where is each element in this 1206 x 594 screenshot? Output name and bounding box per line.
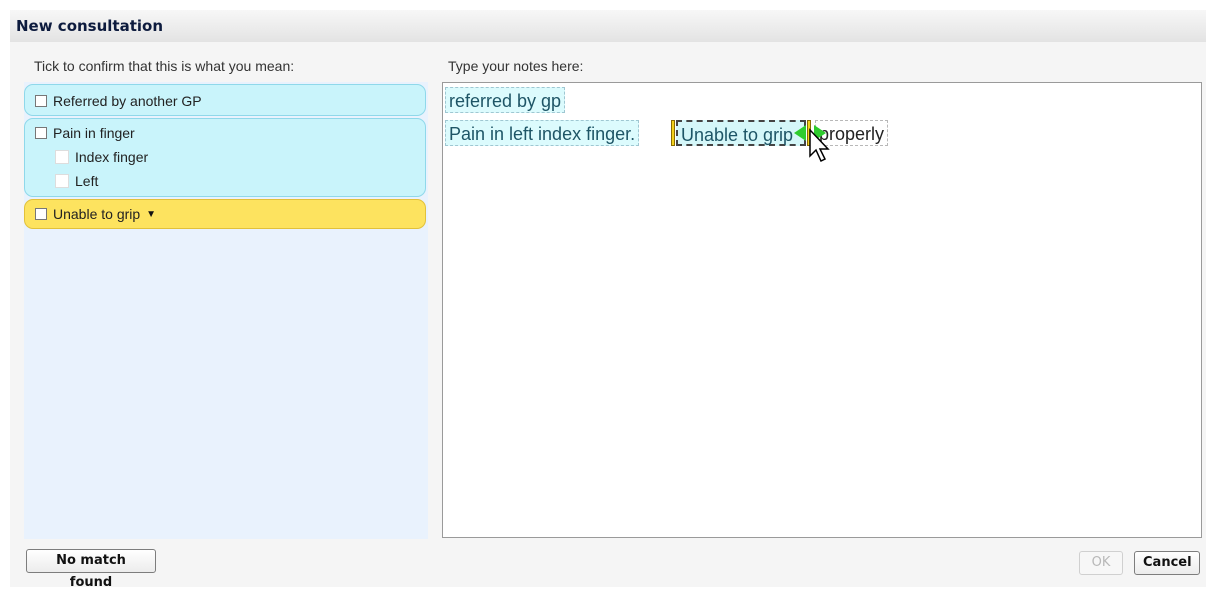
note-chunk-pain[interactable]: Pain in left index finger. [445, 120, 640, 146]
concept-prompt: Tick to confirm that this is what you me… [34, 58, 295, 74]
ok-button[interactable]: OK [1079, 551, 1123, 575]
concept-label: Unable to grip [53, 206, 141, 222]
dialog-title-bar: New consultation [10, 10, 1206, 43]
checkbox-index-finger[interactable] [55, 150, 69, 164]
note-chunk-referred[interactable]: referred by gp [445, 87, 566, 113]
concept-unable-to-grip[interactable]: Unable to grip ▼ [24, 199, 426, 229]
concept-sub-label: Index finger [75, 149, 149, 165]
mouse-cursor-icon [809, 128, 830, 163]
checkbox-referred-by-gp[interactable] [35, 95, 47, 107]
selection-start-marker[interactable] [671, 120, 675, 146]
note-chunk-selected[interactable]: Unable to grip [676, 120, 806, 146]
concept-pain-in-finger[interactable]: Pain in finger Index finger Left [24, 118, 426, 197]
concept-label: Referred by another GP [53, 93, 202, 109]
consultation-dialog: New consultation Tick to confirm that th… [0, 0, 1206, 590]
concept-sub-label: Left [75, 173, 99, 189]
concept-referred-by-gp[interactable]: Referred by another GP [24, 84, 426, 116]
checkbox-left[interactable] [55, 174, 69, 188]
checkbox-pain-in-finger[interactable] [35, 127, 47, 139]
expand-arrow-icon[interactable]: ▼ [146, 209, 156, 220]
checkbox-unable-to-grip[interactable] [35, 208, 47, 220]
dialog-title: New consultation [16, 17, 164, 35]
shrink-left-handle-icon[interactable] [794, 125, 806, 141]
notes-prompt: Type your notes here: [448, 58, 584, 74]
no-match-found-button[interactable]: No match found [26, 549, 156, 590]
concept-label: Pain in finger [53, 125, 135, 141]
cancel-button[interactable]: Cancel [1134, 551, 1200, 575]
